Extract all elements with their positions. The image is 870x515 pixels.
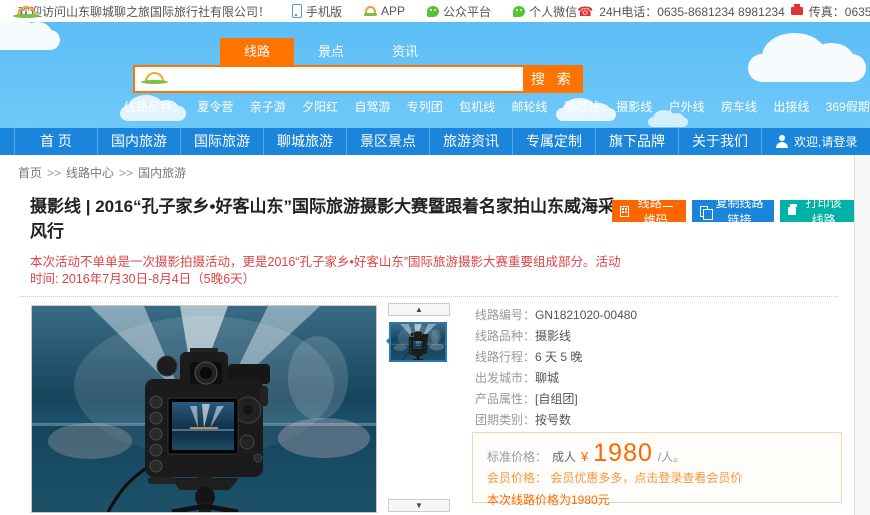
per-person-label: /人。 — [658, 448, 685, 465]
main-nav: 首 页 国内旅游 国际旅游 聊城旅游 景区景点 旅游资讯 专属定制 旗下品牌 关… — [0, 128, 870, 155]
search-button[interactable]: 搜 索 — [523, 65, 583, 93]
print-route-button[interactable]: 打印该线路 — [780, 200, 854, 222]
mobile-version-link[interactable]: 手机版 — [292, 3, 342, 20]
standard-price-row: 标准价格： 成人 ¥ 1980 /人。 — [487, 441, 841, 466]
search-box-logo — [140, 71, 170, 84]
route-title: 摄影线 | 2016“孔子家乡•好客山东”国际旅游摄影大赛暨跟着名家拍山东威海采… — [30, 194, 626, 244]
wechat-icon — [427, 6, 439, 17]
currency-symbol: ¥ — [581, 449, 588, 464]
cloud-decoration — [0, 30, 60, 50]
tab-scenic-spots[interactable]: 景点 — [294, 38, 368, 65]
detail-row-type: 线路品种：摄影线 — [475, 326, 637, 347]
route-photo — [31, 305, 377, 513]
nav-brands[interactable]: 旗下品牌 — [596, 128, 679, 155]
nav-international-travel[interactable]: 国际旅游 — [181, 128, 264, 155]
camera-photo — [32, 306, 376, 512]
top-utility-bar: 欢迎访问山东聊城聊之旅国际旅行社有限公司！ 手机版 APP 公众平台 个人微信 … — [0, 0, 870, 22]
wechat-icon — [513, 6, 525, 17]
fax-number: 传真：0635-8336665 — [809, 3, 870, 20]
detail-row-duration: 线路行程：6 天 5 晚 — [475, 347, 637, 368]
route-notice: 本次活动不单单是一次摄影拍摄活动，更是2016“孔子家乡•好客山东”国际旅游摄影… — [30, 254, 626, 288]
adult-label: 成人 — [552, 448, 576, 465]
category-link[interactable]: 邮轮线 — [512, 100, 548, 114]
phone-icon: ☎ — [577, 5, 593, 18]
app-link[interactable]: APP — [364, 4, 405, 18]
detail-row-departure-city: 出发城市：聊城 — [475, 368, 637, 389]
copy-link-button[interactable]: 复制线路链接 — [692, 200, 774, 222]
qrcode-icon — [620, 206, 629, 217]
category-link[interactable]: 亲子游 — [250, 100, 286, 114]
tab-routes[interactable]: 线路 — [220, 38, 294, 65]
member-price-row: 会员价格： 会员优惠多多，点击登录查看会员价 — [487, 469, 841, 486]
breadcrumb: 首页>>线路中心>>国内旅游 — [18, 164, 186, 181]
nav-travel-news[interactable]: 旅游资讯 — [430, 128, 513, 155]
search-tabs: 线路 景点 资讯 — [220, 38, 442, 65]
standard-price-label: 标准价格： — [487, 448, 547, 465]
detail-row-number: 线路编号：GN1821020-00480 — [475, 305, 637, 326]
member-price-label: 会员价格： — [487, 471, 547, 485]
hotline-number: 24H电话：0635-8681234 8981234 — [599, 3, 784, 20]
thumbnail-scroll-up-button[interactable]: ▲ — [388, 303, 450, 316]
category-link[interactable]: 摄影线 — [616, 100, 652, 114]
category-link[interactable]: 房车线 — [721, 100, 757, 114]
category-link[interactable]: 出接线 — [773, 100, 809, 114]
detail-row-product-attribute: 产品属性：[自组团] — [475, 389, 637, 410]
content-panel: 首页>>线路中心>>国内旅游 摄影线 | 2016“孔子家乡•好客山东”国际旅游… — [0, 155, 855, 515]
price-box: 标准价格： 成人 ¥ 1980 /人。 会员价格： 会员优惠多多，点击登录查看会… — [472, 432, 842, 503]
cloud-decoration — [648, 117, 688, 127]
banner: 线路 景点 资讯 搜 索 线路品种： 夏令营 亲子游 夕阳红 自驾游 专列团 包… — [0, 22, 870, 128]
route-categories: 线路品种： 夏令营 亲子游 夕阳红 自驾游 专列团 包机线 邮轮线 骑行线 摄影… — [124, 98, 870, 115]
breadcrumb-home[interactable]: 首页 — [18, 166, 42, 180]
fax-icon — [791, 7, 803, 15]
login-link[interactable]: 欢迎,请登录 — [762, 128, 870, 155]
printer-icon — [788, 207, 796, 215]
categories-label: 线路品种： — [124, 100, 184, 114]
category-link[interactable]: 自驾游 — [354, 100, 390, 114]
thumbnail-selected[interactable] — [389, 322, 447, 362]
category-link[interactable]: 专列团 — [407, 100, 443, 114]
nav-about-us[interactable]: 关于我们 — [679, 128, 762, 155]
nav-liaocheng-travel[interactable]: 聊城旅游 — [264, 128, 347, 155]
category-link[interactable]: 369假期 — [826, 100, 870, 114]
category-link[interactable]: 包机线 — [459, 100, 495, 114]
welcome-text: 欢迎访问山东聊城聊之旅国际旅行社有限公司！ — [18, 3, 270, 20]
camera-thumbnail — [391, 324, 445, 360]
price-note: 本次线路价格为1980元 — [487, 491, 841, 508]
category-link[interactable]: 夏令营 — [197, 100, 233, 114]
category-link[interactable]: 夕阳红 — [302, 100, 338, 114]
route-qrcode-button[interactable]: 线路二维码 — [612, 200, 686, 222]
thumbnail-scroll-down-button[interactable]: ▼ — [388, 499, 450, 512]
cloud-decoration — [748, 54, 866, 82]
member-login-link[interactable]: 会员优惠多多，点击登录查看会员价 — [550, 471, 742, 485]
nav-scenic-spots[interactable]: 景区景点 — [347, 128, 430, 155]
wechat-public-link[interactable]: 公众平台 — [427, 3, 491, 20]
nav-home[interactable]: 首 页 — [15, 128, 98, 155]
nav-custom-tours[interactable]: 专属定制 — [513, 128, 596, 155]
divider — [20, 296, 838, 297]
route-actions: 线路二维码 复制线路链接 打印该线路 — [612, 200, 854, 222]
copy-icon — [700, 206, 708, 217]
breadcrumb-domestic[interactable]: 国内旅游 — [138, 166, 186, 180]
route-details: 线路编号：GN1821020-00480 线路品种：摄影线 线路行程：6 天 5… — [475, 305, 637, 431]
nav-domestic-travel[interactable]: 国内旅游 — [98, 128, 181, 155]
category-link[interactable]: 骑行线 — [564, 100, 600, 114]
mobile-phone-icon — [292, 4, 302, 18]
app-icon — [364, 6, 377, 16]
category-link[interactable]: 户外线 — [669, 100, 705, 114]
price-amount: 1980 — [593, 441, 653, 466]
breadcrumb-route-center[interactable]: 线路中心 — [66, 166, 114, 180]
search-input[interactable] — [133, 65, 525, 93]
wechat-personal-link[interactable]: 个人微信 — [513, 3, 577, 20]
user-icon — [776, 135, 788, 148]
tab-news[interactable]: 资讯 — [368, 38, 442, 65]
detail-row-group-category: 团期类别：按号数 — [475, 410, 637, 431]
